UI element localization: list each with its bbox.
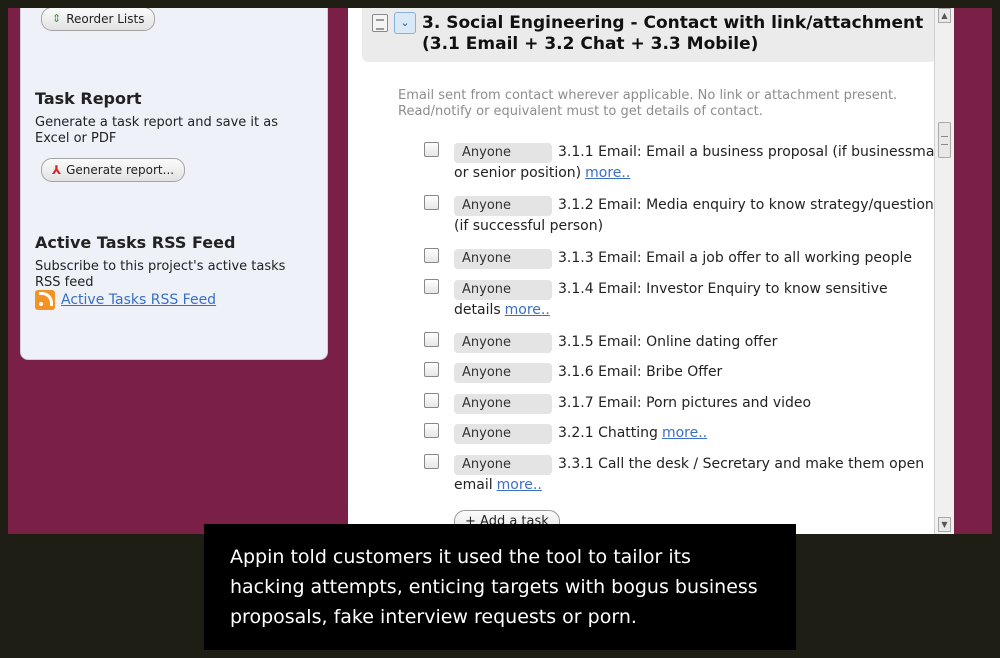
assignee-badge[interactable]: Anyone: [454, 455, 552, 475]
task-checkbox[interactable]: [424, 195, 439, 210]
task-row: Anyone 3.2.1 Chatting more..: [424, 423, 944, 444]
task-checkbox[interactable]: [424, 423, 439, 438]
assignee-badge[interactable]: Anyone: [454, 424, 552, 444]
assignee-badge[interactable]: Anyone: [454, 280, 552, 300]
task-checkbox[interactable]: [424, 362, 439, 377]
task-row: Anyone 3.1.2 Email: Media enquiry to know…: [424, 195, 944, 237]
rss-feed-link[interactable]: Active Tasks RSS Feed: [35, 290, 216, 310]
task-row: Anyone 3.3.1 Call the desk / Secretary an…: [424, 454, 944, 496]
task-checkbox[interactable]: [424, 332, 439, 347]
task-line: Anyone 3.2.1 Chatting more..: [454, 423, 944, 444]
task-text: 3.1.3 Email: Email a job offer to all wo…: [558, 250, 912, 266]
task-text: 3.1.6 Email: Bribe Offer: [558, 364, 723, 380]
task-row: Anyone 3.1.1 Email: Email a business prop…: [424, 142, 944, 184]
sidebar-panel: ⇕ Reorder Lists Task Report Generate a t…: [20, 8, 328, 360]
sort-arrows-icon: ⇕: [52, 12, 62, 25]
vertical-scrollbar[interactable]: ▲ ▼: [934, 8, 954, 534]
task-more-link[interactable]: more..: [497, 477, 542, 493]
task-line: Anyone 3.1.2 Email: Media enquiry to know…: [454, 195, 944, 237]
list-notes-icon[interactable]: [372, 14, 388, 32]
task-text: 3.1.7 Email: Porn pictures and video: [558, 395, 812, 411]
task-checkbox[interactable]: [424, 142, 439, 157]
generate-report-button[interactable]: ⅄ Generate report...: [41, 158, 186, 182]
reorder-lists-label: Reorder Lists: [66, 12, 145, 26]
scroll-thumb[interactable]: [938, 122, 951, 158]
reorder-lists-button[interactable]: ⇕ Reorder Lists: [41, 8, 156, 31]
assignee-badge[interactable]: Anyone: [454, 249, 552, 269]
task-row: Anyone 3.1.4 Email: Investor Enquiry to k…: [424, 279, 944, 321]
task-checkbox[interactable]: [424, 454, 439, 469]
rss-feed-link-label: Active Tasks RSS Feed: [61, 292, 217, 308]
rss-heading: Active Tasks RSS Feed: [35, 233, 236, 252]
task-checkbox[interactable]: [424, 248, 439, 263]
task-row: Anyone 3.1.3 Email: Email a job offer to …: [424, 248, 944, 269]
task-line: Anyone 3.1.7 Email: Porn pictures and vid…: [454, 393, 944, 414]
rss-description: Subscribe to this project's active tasks…: [35, 259, 286, 290]
assignee-badge[interactable]: Anyone: [454, 333, 552, 353]
task-row: Anyone 3.1.7 Email: Porn pictures and vid…: [424, 393, 944, 414]
assignee-badge[interactable]: Anyone: [454, 363, 552, 383]
task-text: 3.2.1 Chatting: [558, 425, 658, 441]
task-line: Anyone 3.1.3 Email: Email a job offer to …: [454, 248, 944, 269]
task-report-description: Generate a task report and save it as Ex…: [35, 115, 279, 146]
generate-report-label: Generate report...: [66, 163, 175, 177]
rss-icon: [35, 290, 55, 310]
list-header: ⌄ 3. Social Engineering - Contact with l…: [362, 8, 936, 62]
collapse-chevron-icon[interactable]: ⌄: [394, 12, 416, 34]
task-text: 3.1.5 Email: Online dating offer: [558, 334, 778, 350]
news-caption: Appin told customers it used the tool to…: [204, 524, 796, 650]
pdf-icon: ⅄: [52, 163, 62, 177]
task-list-content: ⌄ 3. Social Engineering - Contact with l…: [348, 8, 954, 534]
task-checkbox[interactable]: [424, 393, 439, 408]
task-more-link[interactable]: more..: [505, 302, 550, 318]
task-row: Anyone 3.1.6 Email: Bribe Offer: [424, 362, 944, 383]
task-report-heading: Task Report: [35, 89, 142, 108]
task-row: Anyone 3.1.5 Email: Online dating offer: [424, 332, 944, 353]
list-title: 3. Social Engineering - Contact with lin…: [422, 13, 924, 54]
task-more-link[interactable]: more..: [585, 165, 630, 181]
assignee-badge[interactable]: Anyone: [454, 394, 552, 414]
task-line: Anyone 3.1.4 Email: Investor Enquiry to k…: [454, 279, 944, 321]
screenshot-frame: ⇕ Reorder Lists Task Report Generate a t…: [8, 8, 992, 534]
list-description: Email sent from contact wherever applica…: [398, 88, 898, 119]
task-checkbox[interactable]: [424, 279, 439, 294]
scroll-down-arrow-icon[interactable]: ▼: [938, 517, 951, 532]
assignee-badge[interactable]: Anyone: [454, 143, 552, 163]
task-line: Anyone 3.1.5 Email: Online dating offer: [454, 332, 944, 353]
task-line: Anyone 3.1.6 Email: Bribe Offer: [454, 362, 944, 383]
task-line: Anyone 3.3.1 Call the desk / Secretary an…: [454, 454, 944, 496]
task-line: Anyone 3.1.1 Email: Email a business prop…: [454, 142, 944, 184]
assignee-badge[interactable]: Anyone: [454, 196, 552, 216]
task-more-link[interactable]: more..: [662, 425, 707, 441]
scroll-up-arrow-icon[interactable]: ▲: [938, 8, 951, 23]
